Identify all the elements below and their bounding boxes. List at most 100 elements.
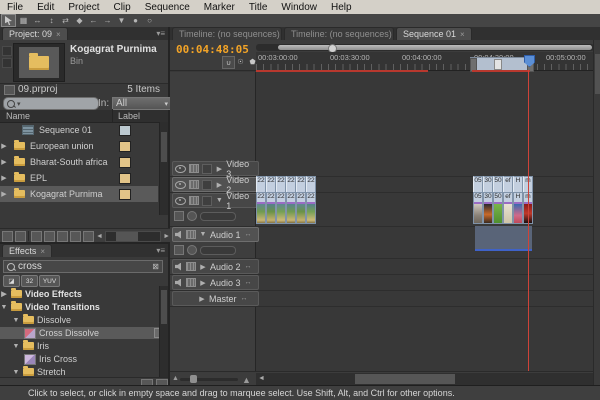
expand-arrow-icon[interactable]: ▶ bbox=[0, 190, 8, 198]
clip[interactable]: 22 bbox=[286, 176, 296, 193]
video1-header[interactable]: ▼ Video 1 bbox=[172, 193, 259, 208]
encore-chapter-marker-icon[interactable]: ☉ bbox=[235, 56, 246, 67]
zoom-out-icon[interactable]: ▲ bbox=[172, 375, 179, 382]
track-lock-toggle[interactable] bbox=[202, 196, 213, 206]
timeline-zoom-slider[interactable] bbox=[180, 378, 238, 381]
filter-yuv[interactable]: YUV bbox=[39, 275, 60, 287]
filter-32bit[interactable]: 32 bbox=[21, 275, 38, 287]
clip[interactable]: 22 bbox=[306, 176, 316, 193]
label-chip[interactable] bbox=[119, 125, 131, 136]
zoom-tool-icon[interactable]: ○ bbox=[143, 15, 156, 26]
clip[interactable]: 05 bbox=[473, 192, 483, 224]
master-header[interactable]: ▶ Master ↔ bbox=[172, 291, 259, 306]
accelerated-effects-filter[interactable]: ◪ bbox=[3, 275, 20, 287]
column-label[interactable]: Label bbox=[118, 111, 140, 121]
tree-iris-cross[interactable]: Iris Cross bbox=[0, 353, 170, 365]
razor-tool-icon[interactable]: ◆ bbox=[73, 15, 86, 26]
menu-clip[interactable]: Clip bbox=[106, 2, 137, 13]
timeline-horizontal-scrollbar[interactable]: ◄ bbox=[256, 373, 594, 385]
toggle-track-output-icon[interactable] bbox=[175, 197, 186, 205]
project-row-epl[interactable]: ▶ EPL bbox=[0, 170, 158, 186]
tab-timeline-2[interactable]: Timeline: (no sequences) bbox=[284, 27, 394, 40]
rolling-edit-tool-icon[interactable]: ↕ bbox=[45, 15, 58, 26]
project-search-input[interactable]: ▾ bbox=[3, 97, 99, 110]
play-preview-icon[interactable] bbox=[2, 58, 12, 68]
tab-sequence-01[interactable]: Sequence 01 × bbox=[396, 27, 472, 40]
clip[interactable]: ef bbox=[503, 192, 513, 224]
show-keyframes-icon[interactable] bbox=[187, 245, 197, 255]
menu-help[interactable]: Help bbox=[324, 2, 359, 13]
expand-arrow-icon[interactable]: ▶ bbox=[199, 263, 207, 271]
automate-to-sequence-icon[interactable] bbox=[31, 231, 42, 242]
zoom-in-icon[interactable]: ▲ bbox=[242, 375, 251, 385]
project-row-sequence-01[interactable]: Sequence 01 bbox=[0, 122, 158, 138]
clip[interactable]: 22 bbox=[276, 176, 286, 193]
clip[interactable]: 22 bbox=[286, 192, 296, 224]
list-view-icon[interactable] bbox=[2, 231, 13, 242]
expand-arrow-icon[interactable]: ▶ bbox=[199, 279, 207, 287]
snap-toggle-icon[interactable]: ∪ bbox=[222, 56, 235, 69]
label-chip[interactable] bbox=[119, 157, 131, 168]
scroll-left-icon[interactable]: ◄ bbox=[258, 375, 265, 382]
keyframe-nav-pill[interactable] bbox=[200, 246, 236, 255]
selection-tool-icon[interactable] bbox=[1, 14, 16, 27]
work-area-grip[interactable] bbox=[494, 59, 502, 70]
track-lock-toggle[interactable] bbox=[202, 164, 213, 174]
menu-title[interactable]: Title bbox=[242, 2, 275, 13]
expand-arrow-icon[interactable]: ▶ bbox=[0, 290, 8, 298]
toggle-track-output-icon[interactable] bbox=[175, 263, 183, 271]
label-chip[interactable] bbox=[119, 173, 131, 184]
project-horizontal-scrollbar[interactable] bbox=[105, 231, 161, 242]
collapse-arrow-icon[interactable]: ▼ bbox=[12, 317, 20, 324]
menu-project[interactable]: Project bbox=[61, 2, 106, 13]
slip-tool-icon[interactable]: ← bbox=[87, 15, 100, 26]
tree-video-effects[interactable]: ▶ Video Effects bbox=[0, 288, 158, 300]
project-vertical-scrollbar[interactable] bbox=[159, 122, 168, 215]
track-select-tool-icon[interactable]: ▦ bbox=[17, 15, 30, 26]
zoom-slider-handle[interactable] bbox=[190, 375, 197, 383]
clip[interactable]: 22 bbox=[266, 176, 276, 193]
menu-file[interactable]: File bbox=[0, 2, 30, 13]
clip[interactable]: H bbox=[513, 192, 523, 224]
clip[interactable]: 22 bbox=[266, 192, 276, 224]
timeline-vertical-scrollbar[interactable] bbox=[593, 40, 600, 385]
column-name[interactable]: Name bbox=[6, 111, 30, 121]
tree-dissolve[interactable]: ▼ Dissolve bbox=[0, 314, 170, 326]
toggle-track-output-icon[interactable] bbox=[175, 279, 183, 287]
expand-arrow-icon[interactable]: ▶ bbox=[215, 181, 223, 189]
slide-tool-icon[interactable]: → bbox=[101, 15, 114, 26]
audio3-header[interactable]: ▶ Audio 3 ↔ bbox=[172, 275, 259, 290]
clip[interactable]: 22 bbox=[256, 192, 266, 224]
show-keyframes-icon[interactable] bbox=[187, 211, 197, 221]
menu-edit[interactable]: Edit bbox=[30, 2, 61, 13]
set-display-style-icon[interactable] bbox=[174, 245, 184, 255]
new-item-icon[interactable] bbox=[70, 231, 81, 242]
audio-clip-selected[interactable] bbox=[475, 226, 532, 251]
tree-iris[interactable]: ▼ Iris bbox=[0, 340, 170, 352]
toggle-track-output-icon[interactable] bbox=[175, 231, 183, 239]
clip[interactable]: 50 bbox=[493, 176, 503, 193]
project-row-bharat-south-africa[interactable]: ▶ Bharat-South africa bbox=[0, 154, 158, 170]
project-row-kogagrat-purnima[interactable]: ▶ Kogagrat Purnima bbox=[0, 186, 158, 202]
clip[interactable]: 22 bbox=[296, 192, 306, 224]
rate-stretch-tool-icon[interactable]: ⇄ bbox=[59, 15, 72, 26]
time-ruler[interactable]: 00:03:00:00 00:03:30:00 00:04:00:00 00:0… bbox=[256, 52, 594, 71]
toggle-track-output-icon[interactable] bbox=[175, 181, 186, 189]
clip[interactable]: 30 bbox=[483, 176, 493, 193]
clip[interactable]: 22 bbox=[306, 192, 316, 224]
expand-arrow-icon[interactable]: ▶ bbox=[0, 174, 8, 182]
close-icon[interactable]: × bbox=[56, 30, 61, 39]
menu-marker[interactable]: Marker bbox=[197, 2, 242, 13]
clip[interactable]: ef bbox=[503, 176, 513, 193]
collapse-arrow-icon[interactable]: ▼ bbox=[0, 304, 8, 311]
tree-cross-dissolve[interactable]: Cross Dissolve bbox=[0, 327, 170, 339]
effects-vertical-scrollbar[interactable] bbox=[159, 286, 168, 377]
expand-arrow-icon[interactable]: ▶ bbox=[0, 142, 8, 150]
close-icon[interactable]: × bbox=[460, 30, 465, 39]
collapse-arrow-icon[interactable]: ▼ bbox=[215, 197, 223, 204]
set-display-style-icon[interactable] bbox=[174, 211, 184, 221]
panel-menu-icon[interactable]: ▾≡ bbox=[156, 246, 165, 255]
scroll-left-icon[interactable]: ◄ bbox=[96, 233, 103, 240]
expand-arrow-icon[interactable]: ▶ bbox=[0, 158, 8, 166]
hand-tool-icon[interactable]: ● bbox=[129, 15, 142, 26]
